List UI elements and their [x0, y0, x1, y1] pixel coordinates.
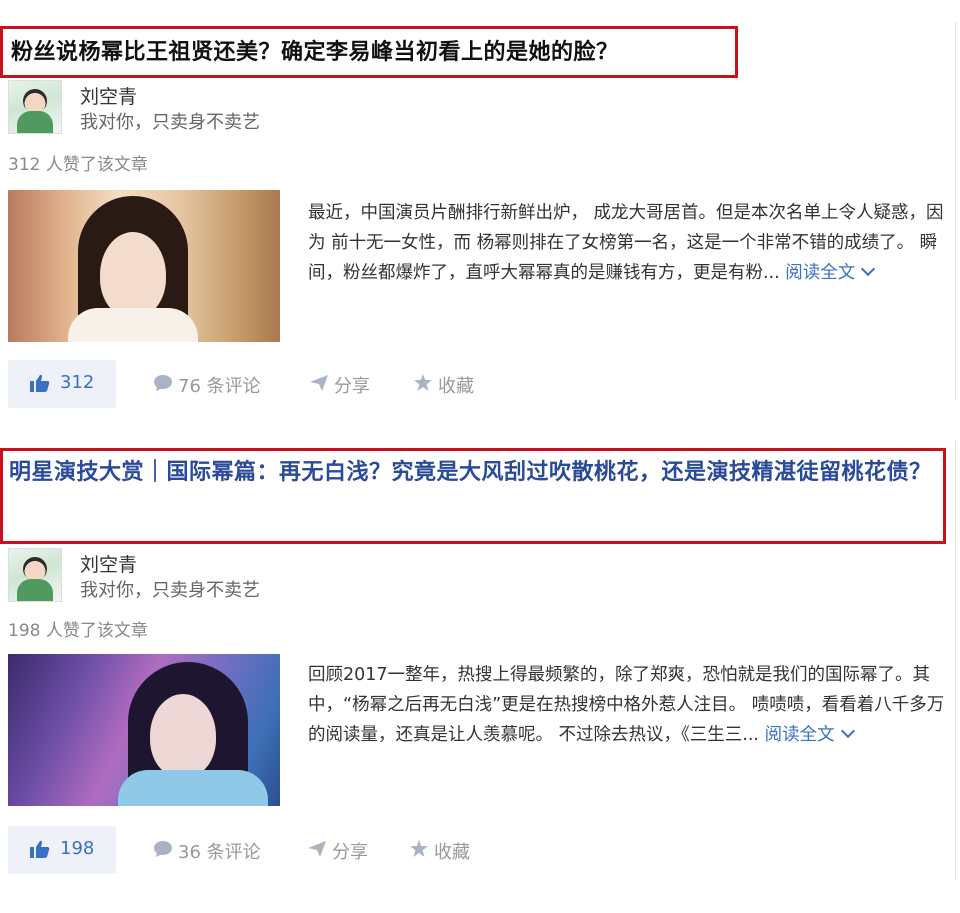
- article-thumbnail[interactable]: [8, 190, 280, 342]
- article-card-2: 明星演技大赏｜国际幂篇：再无白浅？究竟是大风刮过吹散桃花，还是演技精湛徒留桃花债…: [0, 440, 960, 880]
- comment-icon: [154, 374, 172, 396]
- thumbs-up-icon: [30, 374, 50, 396]
- comments-label: 76 条评论: [178, 376, 261, 397]
- author-block: 刘空青 我对你，只卖身不卖艺: [8, 548, 408, 604]
- favorite-button[interactable]: 收藏: [410, 838, 470, 864]
- share-label: 分享: [334, 376, 370, 397]
- like-button[interactable]: 198: [8, 826, 116, 874]
- article-title[interactable]: 粉丝说杨幂比王祖贤还美？确定李易峰当初看上的是她的脸？: [11, 35, 735, 71]
- read-more-label: 阅读全文: [785, 263, 856, 283]
- action-bar: 198 36 条评论 分享 收藏: [8, 826, 908, 874]
- article-card-1: 粉丝说杨幂比王祖贤还美？确定李易峰当初看上的是她的脸？ 刘空青 我对你，只卖身不…: [0, 22, 960, 408]
- comments-button[interactable]: 36 条评论: [154, 838, 261, 864]
- share-icon: [310, 374, 328, 396]
- action-bar: 312 76 条评论 分享 收藏: [8, 360, 908, 408]
- article-excerpt: 回顾2017一整年，热搜上得最频繁的，除了郑爽，恐怕就是我们的国际幂了。其中，“…: [308, 660, 948, 750]
- author-signature: 我对你，只卖身不卖艺: [80, 112, 260, 133]
- share-button[interactable]: 分享: [310, 372, 370, 398]
- share-label: 分享: [332, 842, 368, 863]
- article-title[interactable]: 明星演技大赏｜国际幂篇：再无白浅？究竟是大风刮过吹散桃花，还是演技精湛徒留桃花债…: [9, 455, 943, 491]
- like-count: 312: [60, 372, 95, 393]
- read-more-link[interactable]: 阅读全文: [785, 261, 876, 283]
- article-title-highlight[interactable]: 粉丝说杨幂比王祖贤还美？确定李易峰当初看上的是她的脸？: [0, 26, 738, 78]
- likes-summary: 198 人赞了该文章: [8, 621, 148, 641]
- like-count: 198: [60, 838, 95, 859]
- avatar[interactable]: [8, 80, 62, 134]
- favorite-label: 收藏: [438, 376, 474, 397]
- share-icon: [308, 840, 326, 862]
- author-name[interactable]: 刘空青: [80, 550, 137, 577]
- comment-icon: [154, 840, 172, 862]
- star-icon: [410, 840, 428, 862]
- author-signature: 我对你，只卖身不卖艺: [80, 580, 260, 601]
- favorite-button[interactable]: 收藏: [414, 372, 474, 398]
- comments-label: 36 条评论: [178, 842, 261, 863]
- star-icon: [414, 374, 432, 396]
- share-button[interactable]: 分享: [308, 838, 368, 864]
- author-name[interactable]: 刘空青: [80, 82, 137, 109]
- read-more-link[interactable]: 阅读全文: [764, 723, 855, 745]
- chevron-down-icon: [861, 261, 876, 277]
- comments-button[interactable]: 76 条评论: [154, 372, 261, 398]
- article-excerpt: 最近，中国演员片酬排行新鲜出炉， 成龙大哥居首。但是本次名单上令人疑惑，因为 前…: [308, 198, 948, 288]
- author-block: 刘空青 我对你，只卖身不卖艺: [8, 80, 408, 136]
- chevron-down-icon: [840, 723, 855, 739]
- thumbs-up-icon: [30, 840, 50, 862]
- likes-summary: 312 人赞了该文章: [8, 155, 148, 175]
- avatar[interactable]: [8, 548, 62, 602]
- read-more-label: 阅读全文: [764, 725, 835, 745]
- favorite-label: 收藏: [434, 842, 470, 863]
- article-thumbnail[interactable]: [8, 654, 280, 806]
- like-button[interactable]: 312: [8, 360, 116, 408]
- article-title-highlight[interactable]: 明星演技大赏｜国际幂篇：再无白浅？究竟是大风刮过吹散桃花，还是演技精湛徒留桃花债…: [0, 448, 946, 544]
